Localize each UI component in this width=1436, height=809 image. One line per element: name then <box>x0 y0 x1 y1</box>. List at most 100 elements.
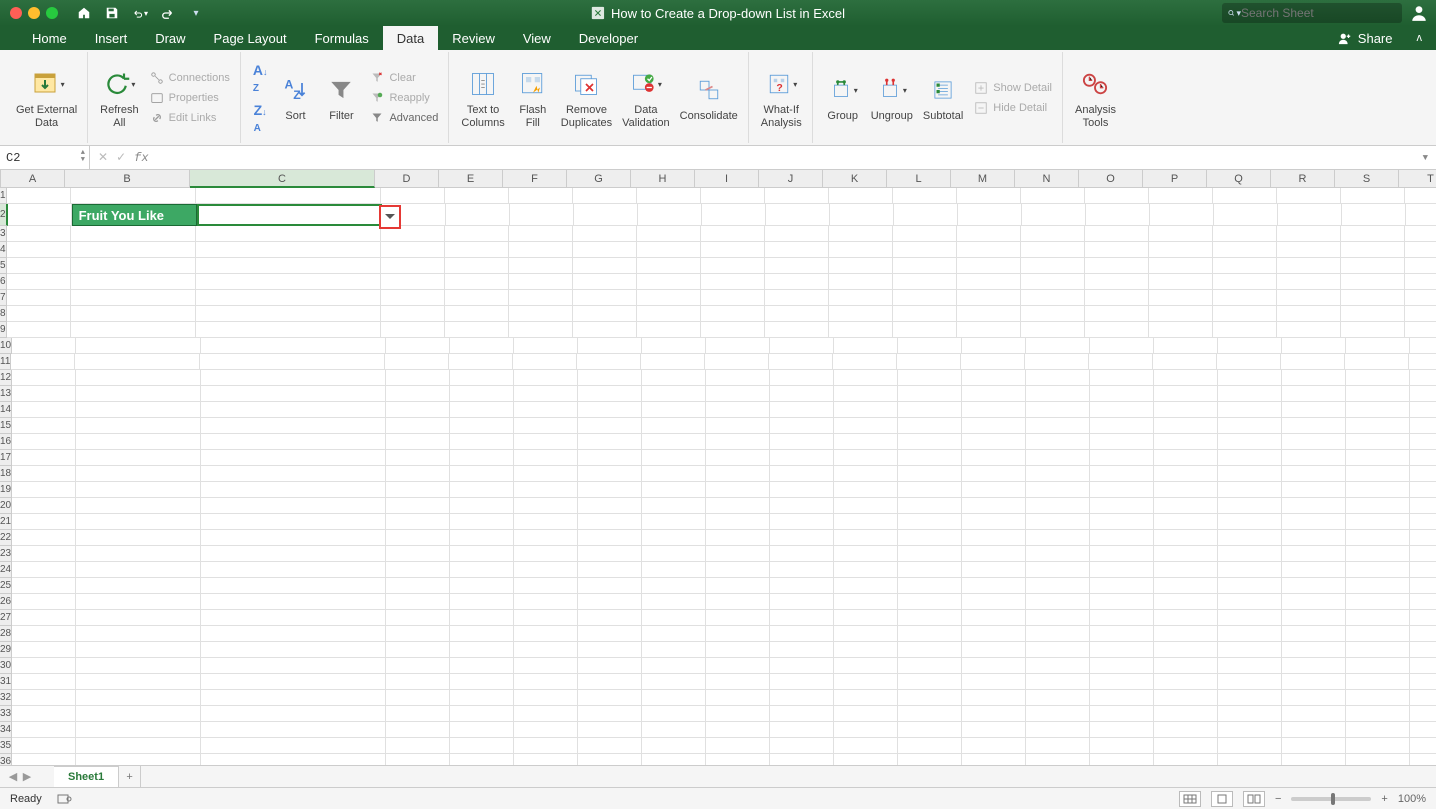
cell[interactable] <box>1410 418 1436 434</box>
cell[interactable] <box>76 418 201 434</box>
cell[interactable] <box>1282 338 1346 354</box>
cell[interactable] <box>706 706 770 722</box>
cell[interactable] <box>514 722 578 738</box>
undo-icon[interactable]: ▾ <box>132 5 148 21</box>
cell[interactable] <box>450 754 514 765</box>
properties-button[interactable]: Properties <box>145 89 234 107</box>
cell[interactable] <box>12 450 76 466</box>
cell[interactable] <box>578 578 642 594</box>
cell[interactable] <box>1026 754 1090 765</box>
cell[interactable] <box>1346 386 1410 402</box>
cell[interactable] <box>201 642 386 658</box>
cell[interactable] <box>1282 530 1346 546</box>
cell[interactable] <box>578 434 642 450</box>
cell[interactable] <box>642 594 706 610</box>
cell[interactable] <box>706 514 770 530</box>
cell[interactable] <box>770 674 834 690</box>
cell[interactable] <box>1346 562 1410 578</box>
row-header-29[interactable]: 29 <box>0 642 12 658</box>
cell[interactable] <box>386 402 450 418</box>
tab-page-layout[interactable]: Page Layout <box>200 26 301 50</box>
cell[interactable] <box>201 594 386 610</box>
cell[interactable] <box>770 402 834 418</box>
cell[interactable] <box>573 322 637 338</box>
cell[interactable] <box>12 626 76 642</box>
cell[interactable] <box>642 530 706 546</box>
cell[interactable] <box>1213 290 1277 306</box>
cell[interactable] <box>829 258 893 274</box>
cell[interactable] <box>7 306 71 322</box>
cell[interactable] <box>385 354 449 370</box>
cell[interactable] <box>201 738 386 754</box>
cell[interactable] <box>1410 722 1436 738</box>
cell[interactable] <box>201 690 386 706</box>
cell[interactable] <box>642 466 706 482</box>
cell[interactable] <box>962 626 1026 642</box>
advanced-filter-button[interactable]: Advanced <box>365 109 442 127</box>
redo-icon[interactable] <box>160 5 176 21</box>
cell[interactable] <box>1218 386 1282 402</box>
column-header-G[interactable]: G <box>567 170 631 188</box>
cell[interactable] <box>1090 466 1154 482</box>
cell[interactable] <box>1346 530 1410 546</box>
cell[interactable] <box>706 498 770 514</box>
cell[interactable] <box>76 450 201 466</box>
cell[interactable] <box>893 242 957 258</box>
cell[interactable] <box>1149 242 1213 258</box>
cell[interactable] <box>386 706 450 722</box>
cell[interactable] <box>642 514 706 530</box>
cell[interactable] <box>706 562 770 578</box>
cell[interactable] <box>510 204 574 226</box>
cell[interactable] <box>514 418 578 434</box>
cell[interactable] <box>1026 370 1090 386</box>
cell[interactable] <box>514 482 578 498</box>
column-header-R[interactable]: R <box>1271 170 1335 188</box>
share-button[interactable]: Share <box>1328 26 1403 50</box>
cell[interactable] <box>1026 402 1090 418</box>
cell[interactable] <box>514 674 578 690</box>
cell[interactable] <box>1090 546 1154 562</box>
cell[interactable] <box>201 514 386 530</box>
cell[interactable] <box>1341 258 1405 274</box>
cell[interactable] <box>201 658 386 674</box>
cell[interactable] <box>770 690 834 706</box>
cell[interactable] <box>706 658 770 674</box>
cell[interactable] <box>450 594 514 610</box>
row-header-12[interactable]: 12 <box>0 370 12 386</box>
cell[interactable] <box>578 754 642 765</box>
cell[interactable] <box>642 450 706 466</box>
cell[interactable] <box>574 204 638 226</box>
cell[interactable] <box>76 482 201 498</box>
cell[interactable] <box>1154 754 1218 765</box>
cell[interactable] <box>1410 514 1436 530</box>
column-header-I[interactable]: I <box>695 170 759 188</box>
cell[interactable] <box>834 738 898 754</box>
cell[interactable] <box>834 418 898 434</box>
cell[interactable] <box>1021 306 1085 322</box>
cell[interactable] <box>381 258 445 274</box>
column-header-A[interactable]: A <box>1 170 65 188</box>
cell[interactable] <box>962 610 1026 626</box>
cell[interactable] <box>76 434 201 450</box>
cell[interactable] <box>1282 434 1346 450</box>
refresh-all-button[interactable]: ▾ Refresh All <box>96 64 143 130</box>
cell[interactable] <box>1026 690 1090 706</box>
zoom-level[interactable]: 100% <box>1398 793 1426 805</box>
group-button[interactable]: ▾ Group <box>821 70 865 124</box>
cell[interactable] <box>509 322 573 338</box>
column-header-Q[interactable]: Q <box>1207 170 1271 188</box>
cell[interactable] <box>701 226 765 242</box>
cell[interactable] <box>514 434 578 450</box>
cell[interactable] <box>701 322 765 338</box>
cell[interactable] <box>514 386 578 402</box>
cell[interactable] <box>578 642 642 658</box>
cell[interactable] <box>770 530 834 546</box>
tab-developer[interactable]: Developer <box>565 26 652 50</box>
cell[interactable] <box>898 706 962 722</box>
cell[interactable] <box>1405 274 1436 290</box>
row-header-24[interactable]: 24 <box>0 562 12 578</box>
cell[interactable] <box>898 658 962 674</box>
cell[interactable] <box>1346 706 1410 722</box>
edit-links-button[interactable]: Edit Links <box>145 109 234 127</box>
cell[interactable] <box>1217 354 1281 370</box>
